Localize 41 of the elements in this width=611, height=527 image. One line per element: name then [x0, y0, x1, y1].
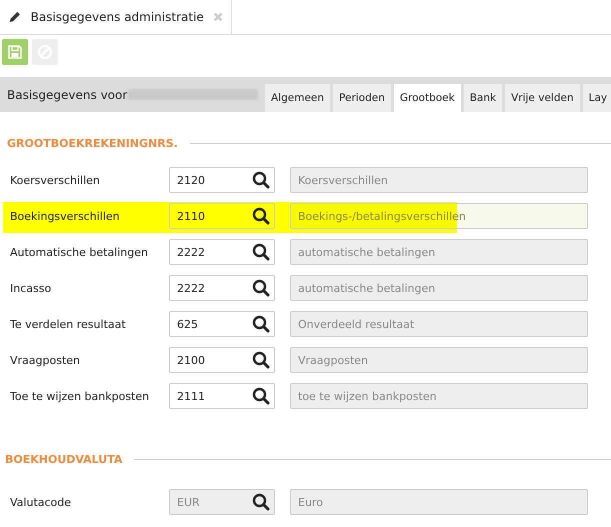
tab[interactable]: Bank — [464, 84, 502, 112]
account-code-field[interactable]: 2120 — [169, 167, 275, 193]
search-icon[interactable] — [252, 207, 270, 225]
field-label: Boekingsverschillen — [9, 210, 121, 222]
account-code-field[interactable]: 2110 — [169, 203, 275, 229]
field-label: Toe te wijzen bankposten — [9, 390, 150, 402]
search-icon[interactable] — [252, 351, 270, 369]
field-label: Automatische betalingen — [9, 246, 149, 258]
header-title: Basisgegevens voor — [7, 88, 128, 102]
account-code-field[interactable]: 2222 — [169, 275, 275, 301]
description-field: automatische betalingen — [290, 275, 588, 301]
field-label: Te verdelen resultaat — [9, 318, 127, 330]
description-field: toe te wijzen bankposten — [290, 383, 588, 409]
account-code-field[interactable]: 2100 — [169, 347, 275, 373]
description-field: automatische betalingen — [290, 239, 588, 265]
tab[interactable]: Grootboek — [394, 84, 461, 112]
tab[interactable]: Lay — [582, 84, 611, 112]
section-heading: BOEKHOUDVALUTA — [5, 452, 122, 466]
account-code-field[interactable]: 2111 — [169, 383, 275, 409]
field-label: Incasso — [9, 282, 52, 294]
search-icon[interactable] — [252, 243, 270, 261]
tab[interactable]: Vrije velden — [505, 84, 580, 112]
tab[interactable]: Algemeen — [265, 84, 330, 112]
field-label: Koersverschillen — [9, 174, 101, 186]
field-label: Valutacode — [9, 496, 72, 508]
account-code-field[interactable]: 625 — [169, 311, 275, 337]
search-icon[interactable] — [252, 315, 270, 333]
document-tab-title: Basisgegevens administratie — [30, 10, 204, 24]
search-icon[interactable] — [252, 171, 270, 189]
description-field: Vraagposten — [290, 347, 588, 373]
search-icon[interactable] — [252, 279, 270, 297]
description-field: Euro — [290, 489, 588, 515]
document-tab[interactable]: Basisgegevens administratie — [0, 0, 232, 34]
search-icon[interactable] — [252, 387, 270, 405]
tab[interactable]: Perioden — [333, 84, 391, 112]
field-label: Vraagposten — [9, 354, 82, 366]
section-heading: GROOTBOEKREKENINGNRS. — [7, 136, 178, 150]
description-field: Koersverschillen — [290, 167, 588, 193]
description-field: Onverdeeld resultaat — [290, 311, 588, 337]
account-code-field[interactable]: 2222 — [169, 239, 275, 265]
pencil-icon — [8, 9, 22, 25]
